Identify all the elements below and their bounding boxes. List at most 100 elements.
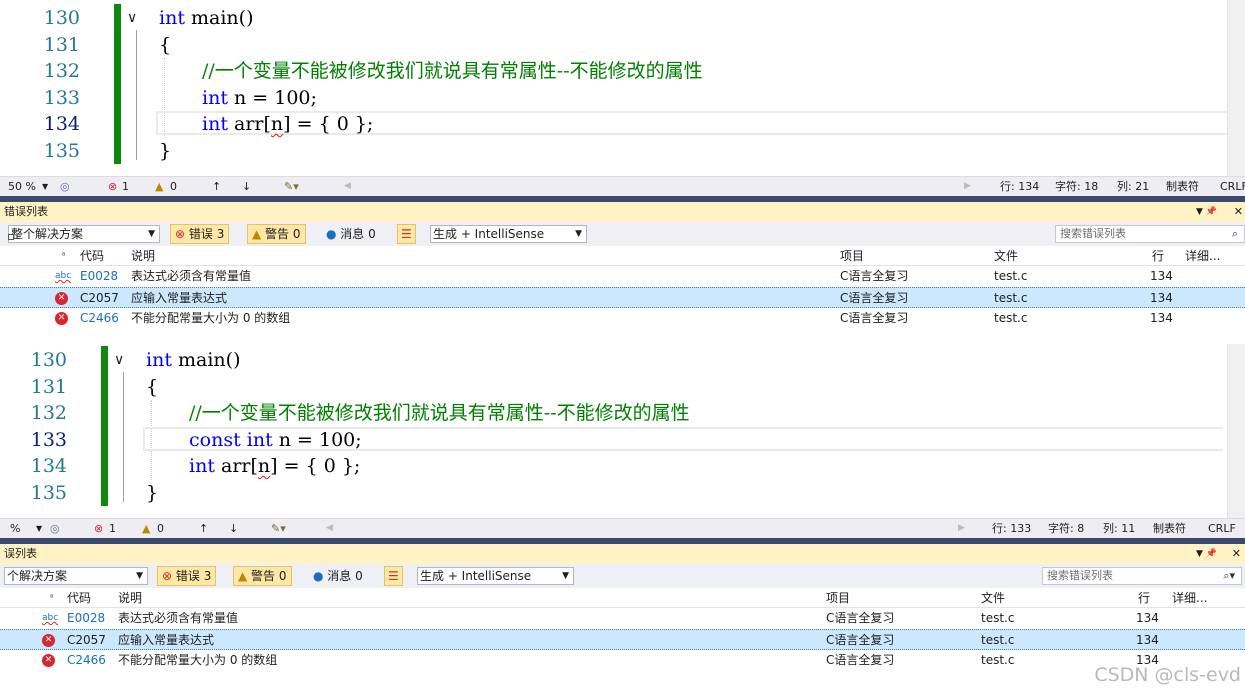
code-editor-1[interactable]: 130 ∨ int main() 131 {132 //一个变量不能被修改我们就说具有常属… — [0, 0, 1245, 196]
error-row[interactable]: abc E0028 表达式必须含有常量值 C语言全复习 test.c 134 — [0, 608, 1245, 629]
col-file[interactable]: 文件 — [994, 246, 1018, 266]
messages-filter-button[interactable]: ● 消息 0 — [313, 566, 363, 586]
build-source-select[interactable]: 生成 + IntelliSense ▼ — [417, 567, 574, 585]
code-line[interactable]: 133 int n = 100; — [0, 85, 1245, 111]
error-row[interactable]: ✕ C2466 不能分配常量大小为 0 的数组 C语言全复习 test.c 134 — [0, 308, 1245, 329]
error-row[interactable]: ✕ C2057 应输入常量表达式 C语言全复习 test.c 134 — [0, 287, 1245, 308]
indent-mode[interactable]: 制表符 — [1153, 519, 1186, 538]
error-row[interactable]: ✕ C2057 应输入常量表达式 C语言全复习 test.c 134 — [0, 629, 1245, 650]
code-line[interactable]: 131 { — [0, 32, 1245, 58]
line-ending[interactable]: CRLF — [1220, 177, 1245, 196]
col-detail[interactable]: 详细... — [1185, 246, 1220, 266]
arrow-down-icon[interactable]: ↓ — [229, 519, 238, 538]
code-line[interactable]: 135} — [0, 138, 1245, 164]
col-code[interactable]: 代码 — [67, 588, 91, 608]
arrow-up-icon[interactable]: ↑ — [212, 177, 221, 196]
error-list-title-bar: 误列表 ▼ 📌 ✕ — [0, 544, 1245, 564]
col-line[interactable]: 行 — [1138, 588, 1150, 608]
line-number: 134 — [30, 455, 67, 477]
build-source-select[interactable]: 生成 + IntelliSense ▼ — [430, 225, 587, 243]
chevron-down-icon[interactable]: ▼ — [36, 519, 42, 538]
col-project[interactable]: 项目 — [840, 246, 864, 266]
health-icon[interactable]: ◎ — [60, 177, 70, 196]
splitter-handle[interactable] — [8, 234, 14, 240]
line-number: 132 — [43, 60, 80, 82]
col-line[interactable]: 行 — [1152, 246, 1164, 266]
search-icon[interactable]: ⌕▾ — [1223, 568, 1235, 584]
search-input[interactable]: 搜索错误列表 ⌕▾ — [1042, 567, 1242, 585]
errors-filter-button[interactable]: ⊗ 错误 3 — [157, 566, 217, 586]
indent-mode[interactable]: 制表符 — [1166, 177, 1199, 196]
zoom-level[interactable]: % — [10, 519, 20, 538]
code-line[interactable]: 132 //一个变量不能被修改我们就说具有常属性--不能修改的属性 — [0, 58, 1245, 84]
cell-code[interactable]: C2466 — [67, 650, 106, 671]
pin-dropdown-icon[interactable]: ▼ 📌 — [1196, 202, 1217, 222]
brush-icon[interactable]: ✎▾ — [271, 519, 286, 538]
zoom-level[interactable]: 50 % — [8, 177, 36, 196]
code-text: int arr[n] = { 0 }; — [189, 453, 360, 479]
code-line[interactable]: 135} — [0, 480, 1245, 506]
code-token: } — [146, 481, 159, 504]
code-line[interactable]: 131 { — [0, 374, 1245, 400]
pin-dropdown-icon[interactable]: ▼ 📌 — [1196, 544, 1217, 564]
search-icon[interactable]: ⌕ — [1232, 226, 1238, 242]
error-row[interactable]: abc E0028 表达式必须含有常量值 C语言全复习 test.c 134 — [0, 266, 1245, 287]
error-row[interactable]: ✕ C2466 不能分配常量大小为 0 的数组 C语言全复习 test.c 134 — [0, 650, 1245, 671]
filter-toggle-button[interactable]: ☰ — [397, 224, 416, 244]
col-detail[interactable]: 详细... — [1172, 588, 1207, 608]
code-line[interactable]: 132 //一个变量不能被修改我们就说具有常属性--不能修改的属性 — [0, 400, 1245, 426]
column-sort-icon[interactable]: ⁸ — [50, 588, 53, 608]
arrow-up-icon[interactable]: ↑ — [199, 519, 208, 538]
code-area[interactable]: 130 ∨ int main() 131 {132 //一个变量不能被修改我们就说具有常属… — [0, 0, 1245, 176]
errors-filter-button[interactable]: ⊗ 错误 3 — [170, 224, 230, 244]
col-desc[interactable]: 说明 — [131, 246, 155, 266]
cell-project: C语言全复习 — [840, 291, 909, 305]
scroll-right-icon[interactable]: ▶ — [964, 177, 971, 196]
col-file[interactable]: 文件 — [981, 588, 1005, 608]
filter-toggle-button[interactable]: ☰ — [384, 566, 403, 586]
scroll-right-icon[interactable]: ▶ — [958, 519, 965, 538]
code-line[interactable]: 130 ∨ int main() — [0, 5, 1245, 31]
messages-filter-button[interactable]: ● 消息 0 — [326, 224, 376, 244]
collapse-chevron-icon[interactable]: ∨ — [127, 5, 137, 31]
scroll-left-icon[interactable]: ◀ — [326, 519, 333, 538]
warning-count-icon[interactable]: ▲ — [142, 519, 150, 538]
warning-count-icon[interactable]: ▲ — [155, 177, 163, 196]
chevron-down-icon[interactable]: ▼ — [42, 177, 48, 196]
line-ending[interactable]: CRLF — [1208, 519, 1236, 538]
cell-code[interactable]: E0028 — [80, 266, 118, 287]
scope-select[interactable]: 整个解决方案 ▼ — [8, 225, 160, 243]
cursor-char: 字符: 8 — [1048, 522, 1085, 535]
code-editor-2[interactable]: 130 ∨ int main() 131 {132 //一个变量不能被修改我们就说具有常属… — [0, 344, 1245, 538]
col-code[interactable]: 代码 — [80, 246, 104, 266]
line-number: 131 — [43, 33, 80, 56]
error-icon: ✕ — [42, 634, 55, 647]
error-list-header: ⁸ 代码 说明 项目 文件 行 详细... — [0, 588, 1245, 608]
error-count-icon[interactable]: ⊗ — [108, 177, 117, 196]
close-icon[interactable]: ✕ — [1232, 544, 1241, 564]
brush-icon[interactable]: ✎▾ — [284, 177, 299, 196]
line-number: 135 — [43, 139, 80, 162]
code-text: int main() — [159, 5, 253, 31]
warnings-filter-button[interactable]: ▲ 警告 0 — [247, 224, 306, 244]
collapse-chevron-icon[interactable]: ∨ — [114, 347, 124, 373]
code-line[interactable]: 130 ∨ int main() — [0, 347, 1245, 373]
column-sort-icon[interactable]: ⁸ — [62, 246, 65, 266]
code-line[interactable]: 134 int arr[n] = { 0 }; — [0, 111, 1245, 137]
cell-code[interactable]: E0028 — [67, 608, 105, 629]
col-project[interactable]: 项目 — [826, 588, 850, 608]
arrow-down-icon[interactable]: ↓ — [242, 177, 251, 196]
spellcheck-error-icon: abc — [42, 613, 59, 623]
error-count-icon[interactable]: ⊗ — [94, 519, 103, 538]
scope-select[interactable]: 个解决方案 ▼ — [4, 567, 148, 585]
search-input[interactable]: 搜索错误列表 ⌕ — [1055, 225, 1245, 243]
close-icon[interactable]: ✕ — [1234, 202, 1243, 222]
col-desc[interactable]: 说明 — [118, 588, 142, 608]
warnings-filter-button[interactable]: ▲ 警告 0 — [233, 566, 292, 586]
code-line[interactable]: 133 const int n = 100; — [0, 427, 1245, 453]
code-line[interactable]: 134 int arr[n] = { 0 }; — [0, 453, 1245, 479]
code-area[interactable]: 130 ∨ int main() 131 {132 //一个变量不能被修改我们就说具有常属… — [0, 344, 1245, 518]
cell-code[interactable]: C2466 — [80, 308, 119, 329]
scroll-left-icon[interactable]: ◀ — [344, 177, 351, 196]
health-icon[interactable]: ◎ — [50, 519, 60, 538]
